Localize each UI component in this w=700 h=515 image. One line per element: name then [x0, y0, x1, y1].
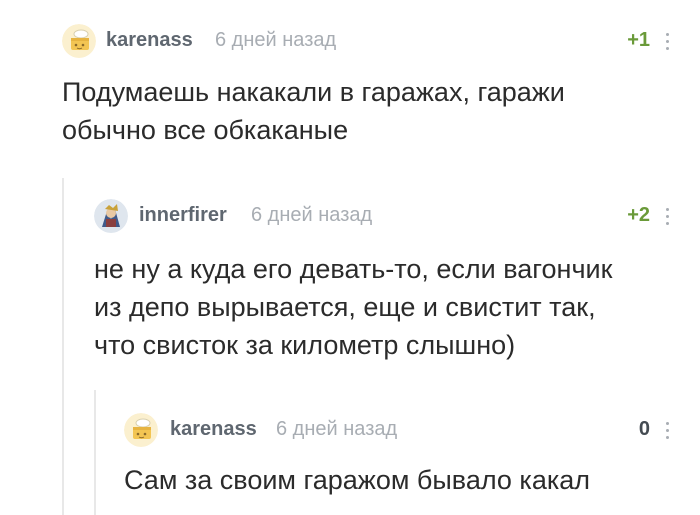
more-options-icon[interactable] [664, 33, 670, 53]
comment-text-line: обычно все обкаканые [62, 115, 349, 145]
comment-text: не ну а куда его девать-то, если вагончи… [94, 250, 612, 364]
comment-rating: +2 [627, 204, 650, 226]
thread-line-level-2[interactable] [94, 390, 96, 515]
more-options-icon[interactable] [664, 422, 670, 442]
comment-username[interactable]: innerfirer [139, 204, 227, 227]
comment-header: karenass 6 дней назад 0 [0, 413, 700, 447]
cake-avatar-icon[interactable] [62, 24, 96, 58]
comment-text-line: Сам за своим гаражом бывало какал [124, 465, 591, 495]
comment-text-line: Подумаешь накакали в гаражах, гаражи [62, 77, 565, 107]
comment-timestamp[interactable]: 6 дней назад [276, 418, 397, 441]
comment-rating: 0 [638, 418, 650, 440]
comment-timestamp[interactable]: 6 дней назад [215, 29, 336, 52]
comment-username[interactable]: karenass [106, 29, 193, 52]
more-options-icon[interactable] [664, 208, 670, 228]
comment-text-line: из депо вырывается, еще и свистит так, [94, 292, 596, 322]
comment-header: karenass 6 дней назад +1 [0, 24, 700, 58]
cake-avatar-icon[interactable] [124, 413, 158, 447]
character-avatar-icon[interactable] [94, 199, 128, 233]
comment-header: innerfirer 6 дней назад +2 [0, 199, 700, 233]
comment-username[interactable]: karenass [170, 418, 257, 441]
comment-timestamp[interactable]: 6 дней назад [251, 204, 372, 227]
comment-text: Сам за своим гаражом бывало какал [124, 461, 590, 499]
comment-rating: +1 [627, 29, 650, 51]
comment-text-line: что свисток за километр слышно) [94, 330, 516, 360]
comment-text-line: не ну а куда его девать-то, если вагончи… [94, 254, 613, 284]
comment-text: Подумаешь накакали в гаражах, гаражи обы… [62, 73, 565, 149]
